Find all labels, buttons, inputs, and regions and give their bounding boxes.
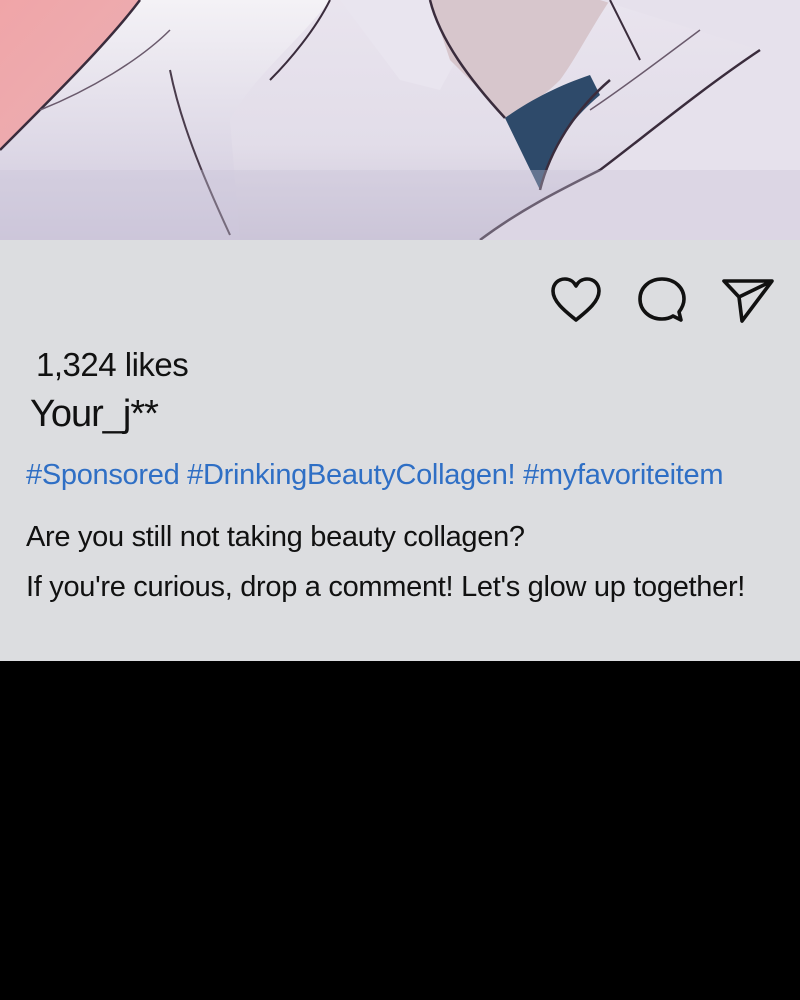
hashtag-link[interactable]: #Sponsored [26,459,180,491]
likes-count[interactable]: 1,324 likes [36,346,189,384]
post-panel: 1,324 likes Your_j** #Sponsored #Drinkin… [0,240,800,661]
post-username[interactable]: Your_j** [30,393,159,436]
hashtag-line: #Sponsored #DrinkingBeautyCollagen! #myf… [26,459,724,492]
caption-line: Are you still not taking beauty collagen… [26,521,525,553]
hashtag-link[interactable]: #myfavoriteitem [523,459,723,491]
caption-line: If you're curious, drop a comment! Let's… [26,571,746,603]
share-button[interactable] [720,274,776,326]
like-button[interactable] [548,274,604,326]
comment-bubble-icon [638,277,686,322]
post-actions [548,274,776,326]
post-image [0,0,800,240]
post-screen: 1,324 likes Your_j** #Sponsored #Drinkin… [0,0,800,1000]
heart-icon [551,277,601,322]
comic-illustration [0,0,800,240]
hashtag-link[interactable]: #DrinkingBeautyCollagen! [187,459,515,491]
paper-plane-icon [722,279,774,323]
comment-button[interactable] [634,274,690,326]
black-panel-gutter [0,661,800,1000]
